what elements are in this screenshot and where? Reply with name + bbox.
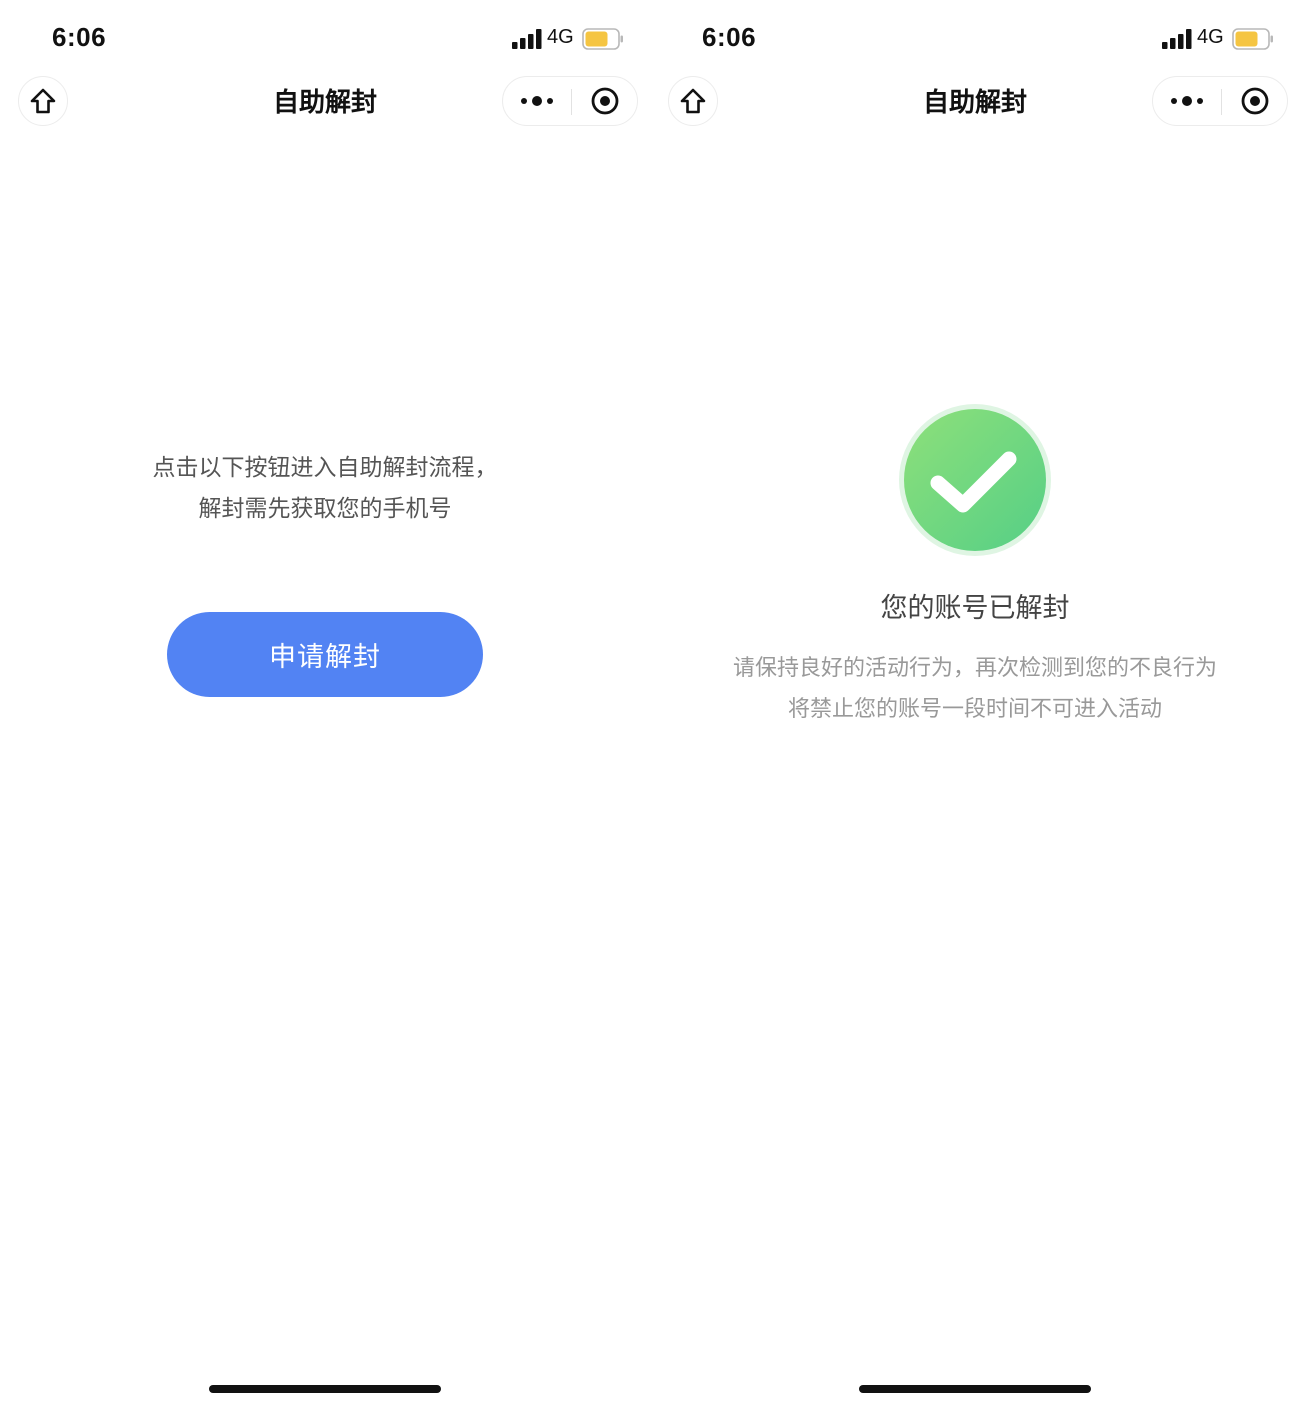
battery-icon [582, 28, 623, 50]
status-bar: 6:06 4G [0, 0, 650, 76]
stage: 6:06 4G 自助解封 点击以下按钮进入自助解封流程， 解封需先获取您的手机号… [0, 0, 1300, 1406]
close-button[interactable] [572, 77, 638, 125]
battery-icon [1232, 28, 1273, 50]
apply-unlock-button[interactable]: 申请解封 [167, 612, 483, 697]
more-dots-icon [521, 96, 553, 106]
success-badge [898, 403, 1052, 557]
home-indicator [859, 1385, 1091, 1393]
success-title: 您的账号已解封 [880, 593, 1070, 624]
mini-program-capsule [1152, 76, 1288, 126]
target-circle-icon [591, 87, 619, 115]
screen-unlock-success: 6:06 4G 自助解封 您的账号已解封 请保持良好的活动行为，再次检测到您的不… [650, 0, 1300, 1406]
signal-icon [1162, 29, 1192, 49]
more-button[interactable] [1153, 77, 1221, 125]
desc-line-1: 请保持良好的活动行为，再次检测到您的不良行为 [732, 656, 1217, 681]
intro-line-2: 解封需先获取您的手机号 [198, 496, 452, 522]
more-dots-icon [1171, 96, 1203, 106]
more-button[interactable] [503, 77, 571, 125]
target-circle-icon [1241, 87, 1269, 115]
close-button[interactable] [1222, 77, 1288, 125]
success-description: 请保持良好的活动行为，再次检测到您的不良行为 将禁止您的账号一段时间不可进入活动 [650, 648, 1300, 730]
intro-line-1: 点击以下按钮进入自助解封流程， [152, 455, 498, 481]
intro-text: 点击以下按钮进入自助解封流程， 解封需先获取您的手机号 [0, 448, 650, 530]
status-time: 6:06 [702, 22, 757, 52]
desc-line-2: 将禁止您的账号一段时间不可进入活动 [787, 697, 1162, 722]
nav-bar: 自助解封 [0, 76, 650, 126]
network-type: 4G [1197, 26, 1224, 48]
nav-bar: 自助解封 [650, 76, 1300, 126]
network-type: 4G [547, 26, 574, 48]
signal-icon [512, 29, 542, 49]
status-bar: 6:06 4G [650, 0, 1300, 76]
status-time: 6:06 [52, 22, 107, 52]
home-indicator [209, 1385, 441, 1393]
check-circle-icon [899, 404, 1051, 556]
screen-unlock-request: 6:06 4G 自助解封 点击以下按钮进入自助解封流程， 解封需先获取您的手机号… [0, 0, 650, 1406]
mini-program-capsule [502, 76, 638, 126]
